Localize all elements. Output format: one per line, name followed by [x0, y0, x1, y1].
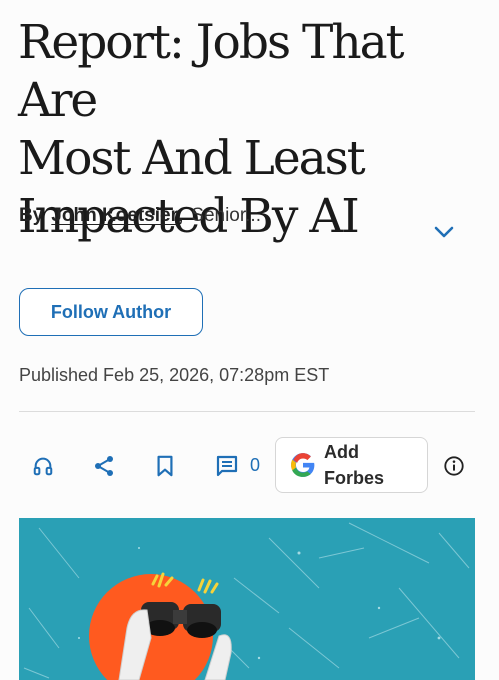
published-date: Published Feb 25, 2026, 07:28pm EST	[19, 365, 330, 385]
byline-prefix: By	[19, 205, 44, 226]
hero-image	[19, 518, 475, 680]
bookmark-icon[interactable]	[151, 452, 179, 480]
author-role: Senior...	[191, 205, 261, 226]
headline-line: Report: Jobs That Are	[18, 15, 405, 128]
byline-comma: ,	[178, 205, 184, 226]
add-forbes-label: Add Forbes	[324, 442, 385, 488]
headline-line: Most And Least	[18, 131, 366, 186]
info-icon[interactable]	[442, 454, 466, 478]
share-icon[interactable]	[90, 452, 118, 480]
divider	[19, 411, 475, 412]
google-icon	[291, 453, 315, 477]
article-page: Report: Jobs That Are Most And Least Imp…	[0, 0, 499, 680]
add-forbes-button[interactable]: Add Forbes	[275, 437, 428, 493]
comment-icon[interactable]	[213, 452, 241, 480]
follow-author-button[interactable]: Follow Author	[19, 288, 203, 336]
comment-count[interactable]: 0	[250, 455, 260, 476]
byline: By John Koetsier , Senior...	[19, 205, 261, 227]
headphones-icon[interactable]	[29, 452, 57, 480]
author-link[interactable]: John Koetsier	[51, 205, 178, 227]
chevron-down-icon[interactable]	[432, 221, 456, 243]
